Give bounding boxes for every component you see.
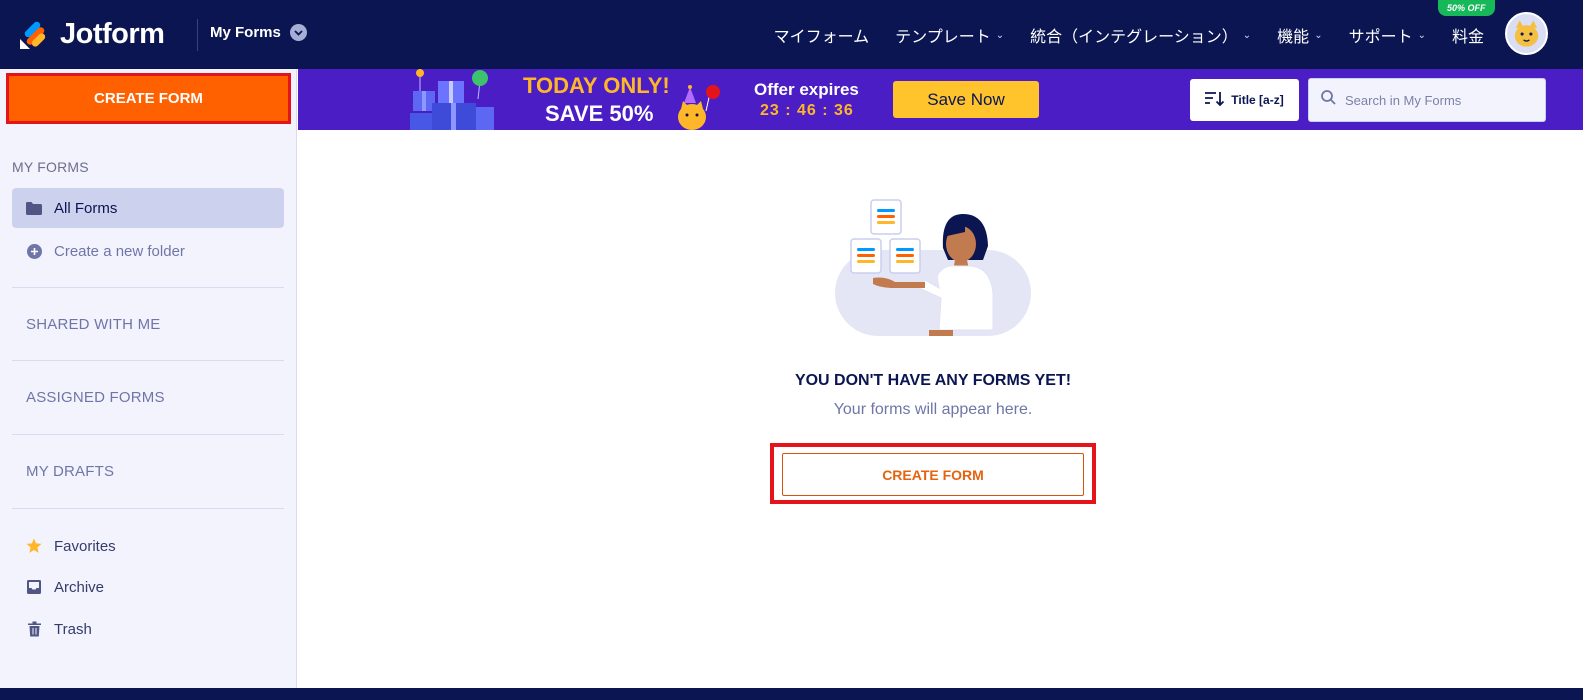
chevron-down-icon: ⌄ [1314, 30, 1323, 41]
sidebar-section-shared[interactable]: SHARED WITH ME [26, 316, 160, 333]
logo-text: Jotform [60, 18, 165, 50]
empty-state-cta-highlight: CREATE FORM [770, 443, 1096, 504]
sidebar-item-label: Create a new folder [54, 242, 185, 260]
nav-link-label: テンプレート [895, 28, 991, 46]
nav-link-pricing[interactable]: 料金 [1439, 23, 1484, 47]
nav-link-label: マイフォーム [773, 28, 870, 46]
sidebar-item-trash[interactable]: Trash [12, 609, 284, 649]
sidebar-divider [12, 508, 284, 509]
nav-link-integrations[interactable]: 統合（インテグレーション） ⌄ [1017, 23, 1264, 47]
promo-headline: TODAY ONLY! [523, 73, 670, 98]
nav-divider [197, 19, 198, 51]
nav-link-label: 機能 [1277, 28, 1310, 46]
empty-state-title: YOU DON'T HAVE ANY FORMS YET! [794, 372, 1072, 389]
empty-state-illustration [833, 198, 1033, 340]
my-forms-switch-label: My Forms [210, 24, 281, 41]
top-navbar: Jotform My Forms マイフォーム テンプレート ⌄ 統合（インテグ… [0, 0, 1583, 69]
promo-banner: TODAY ONLY! SAVE 50% Offer expires 23 : … [298, 69, 1583, 130]
sidebar-item-new-folder[interactable]: Create a new folder [12, 231, 284, 271]
sidebar-item-label: Favorites [54, 537, 116, 555]
star-icon [26, 538, 42, 554]
bottom-bar [0, 688, 1583, 700]
sidebar-heading-my-forms: MY FORMS [12, 159, 89, 175]
nav-link-my-forms[interactable]: マイフォーム [761, 23, 883, 47]
folder-icon [26, 200, 42, 216]
promo-save-text: SAVE 50% [545, 101, 654, 126]
sidebar-item-all-forms[interactable]: All Forms [12, 188, 284, 228]
sort-label: Title [a-z] [1231, 93, 1284, 107]
chevron-down-icon: ⌄ [995, 30, 1005, 41]
trash-icon [26, 621, 42, 637]
save-now-button[interactable]: Save Now [893, 81, 1039, 118]
nav-link-support[interactable]: サポート ⌄ [1336, 23, 1439, 47]
main-nav: マイフォーム テンプレート ⌄ 統合（インテグレーション） ⌄ 機能 ⌄ サポー… [761, 0, 1484, 69]
sidebar-item-label: Archive [54, 578, 105, 596]
sort-button[interactable]: Title [a-z] [1190, 79, 1299, 121]
chevron-down-icon: ⌄ [1242, 30, 1252, 41]
empty-state-subtitle: Your forms will appear here. [833, 401, 1033, 418]
empty-state-create-form-button[interactable]: CREATE FORM [782, 453, 1084, 496]
discount-badge: 50% OFF [1438, 0, 1495, 16]
jotform-logo-icon [18, 19, 50, 51]
sidebar-divider [12, 287, 284, 288]
form-card-top [870, 199, 902, 235]
nav-link-features[interactable]: 機能 ⌄ [1264, 23, 1335, 47]
avatar-icon [1507, 14, 1546, 53]
sidebar-item-label: Trash [54, 620, 92, 638]
form-card-left [850, 238, 882, 274]
sidebar-section-drafts[interactable]: MY DRAFTS [26, 463, 114, 480]
sort-icon [1205, 91, 1225, 110]
search-input[interactable] [1345, 92, 1535, 108]
offer-expires-label: Offer expires [754, 80, 859, 99]
create-form-highlight: CREATE FORM [6, 73, 291, 124]
gift-boxes-illustration [408, 69, 498, 130]
main-content: YOU DON'T HAVE ANY FORMS YET! Your forms… [298, 130, 1583, 688]
nav-link-templates[interactable]: テンプレート ⌄ [882, 23, 1017, 47]
search-icon [1321, 90, 1336, 110]
sidebar: CREATE FORM MY FORMS All Forms Create a … [0, 69, 297, 700]
app: Jotform My Forms マイフォーム テンプレート ⌄ 統合（インテグ… [0, 0, 1583, 700]
create-form-button[interactable]: CREATE FORM [9, 76, 288, 121]
sidebar-item-archive[interactable]: Archive [12, 567, 284, 607]
nav-link-label: 統合（インテグレーション） [1030, 28, 1238, 46]
jotform-logo[interactable]: Jotform [18, 18, 165, 51]
form-card-right [889, 238, 921, 274]
sidebar-section-assigned[interactable]: ASSIGNED FORMS [26, 389, 165, 406]
search-box [1308, 78, 1546, 122]
nav-link-label: 料金 [1451, 28, 1484, 46]
nav-link-label: サポート [1348, 28, 1413, 46]
sidebar-item-label: All Forms [54, 199, 118, 217]
party-cat-illustration [678, 83, 724, 130]
plus-circle-icon [26, 243, 42, 259]
avatar[interactable] [1505, 12, 1548, 55]
my-forms-switch[interactable]: My Forms [210, 24, 307, 41]
chevron-down-icon [289, 24, 307, 41]
sidebar-divider [12, 434, 284, 435]
sidebar-item-favorites[interactable]: Favorites [12, 526, 284, 566]
chevron-down-icon: ⌄ [1417, 30, 1426, 41]
countdown-timer: 23 : 46 : 36 [760, 102, 854, 119]
sidebar-divider [12, 360, 284, 361]
archive-icon [26, 579, 42, 595]
